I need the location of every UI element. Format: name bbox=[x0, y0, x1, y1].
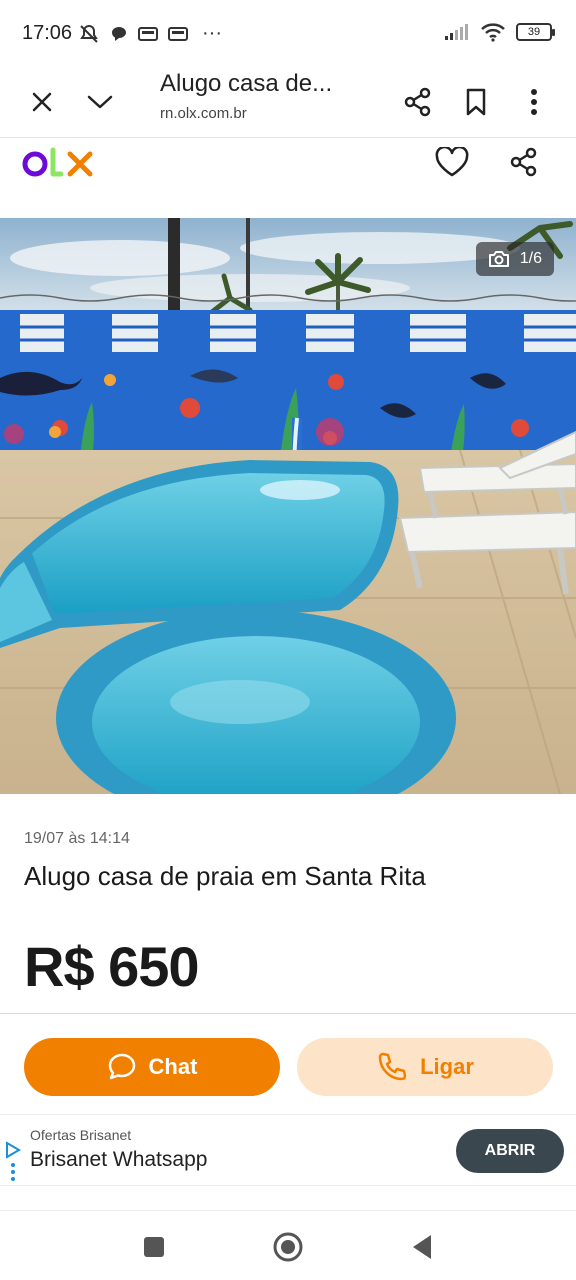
more-notifications: ··· bbox=[202, 22, 222, 44]
camera-icon bbox=[488, 251, 509, 267]
listing-title: Alugo casa de praia em Santa Rita bbox=[24, 861, 426, 891]
status-bar: 17:06 ··· 39 bbox=[0, 0, 576, 70]
page-domain: rn.olx.com.br bbox=[160, 105, 247, 122]
phone-icon bbox=[378, 1052, 407, 1081]
ad-sponsor: Ofertas Brisanet bbox=[30, 1127, 132, 1143]
chat-bubble-icon bbox=[108, 1053, 135, 1080]
ad-banner[interactable]: Ofertas Brisanet Brisanet Whatsapp ABRIR bbox=[0, 1114, 576, 1186]
status-time: 17:06 bbox=[22, 22, 73, 44]
close-icon[interactable] bbox=[22, 82, 62, 122]
page-title: Alugo casa de... bbox=[160, 70, 333, 97]
olx-header bbox=[0, 138, 576, 218]
listing-date: 19/07 às 14:14 bbox=[24, 830, 130, 847]
share-icon[interactable] bbox=[398, 82, 438, 122]
wifi-icon bbox=[481, 23, 505, 42]
ad-title: Brisanet Whatsapp bbox=[30, 1148, 208, 1171]
call-button[interactable]: Ligar bbox=[297, 1038, 553, 1096]
chevron-down-icon[interactable] bbox=[80, 82, 120, 122]
chat-icon bbox=[112, 26, 126, 41]
notification-icons: ··· bbox=[78, 22, 222, 45]
chat-button-label: Chat bbox=[148, 1054, 198, 1079]
recent-apps-icon[interactable] bbox=[136, 1229, 172, 1265]
more-options-icon[interactable] bbox=[514, 82, 554, 122]
ad-open-button[interactable]: ABRIR bbox=[456, 1129, 564, 1173]
olx-logo[interactable] bbox=[22, 142, 96, 182]
signal-icon bbox=[445, 24, 468, 40]
photo-counter: 1/6 bbox=[475, 242, 554, 276]
back-icon[interactable] bbox=[404, 1229, 440, 1265]
photo-counter-text: 1/6 bbox=[519, 250, 542, 267]
listing-price: R$ 650 bbox=[24, 935, 200, 998]
call-button-label: Ligar bbox=[420, 1054, 474, 1079]
system-icons: 39 bbox=[444, 22, 555, 42]
share-icon[interactable] bbox=[504, 142, 544, 182]
mute-icon bbox=[80, 24, 98, 43]
divider bbox=[0, 1013, 576, 1014]
news-icon bbox=[138, 26, 158, 41]
home-icon[interactable] bbox=[270, 1229, 306, 1265]
system-nav-bar bbox=[0, 1210, 576, 1280]
news-icon bbox=[168, 26, 188, 41]
listing-photo[interactable]: 1/6 bbox=[0, 218, 576, 794]
heart-icon[interactable] bbox=[432, 142, 472, 182]
ad-choices-icon[interactable] bbox=[4, 1141, 22, 1181]
bookmark-icon[interactable] bbox=[456, 82, 496, 122]
chat-button[interactable]: Chat bbox=[24, 1038, 280, 1096]
battery-indicator: 39 bbox=[516, 23, 555, 41]
pool-photo-illustration bbox=[0, 218, 576, 794]
browser-toolbar: Alugo casa de... rn.olx.com.br bbox=[0, 70, 576, 138]
